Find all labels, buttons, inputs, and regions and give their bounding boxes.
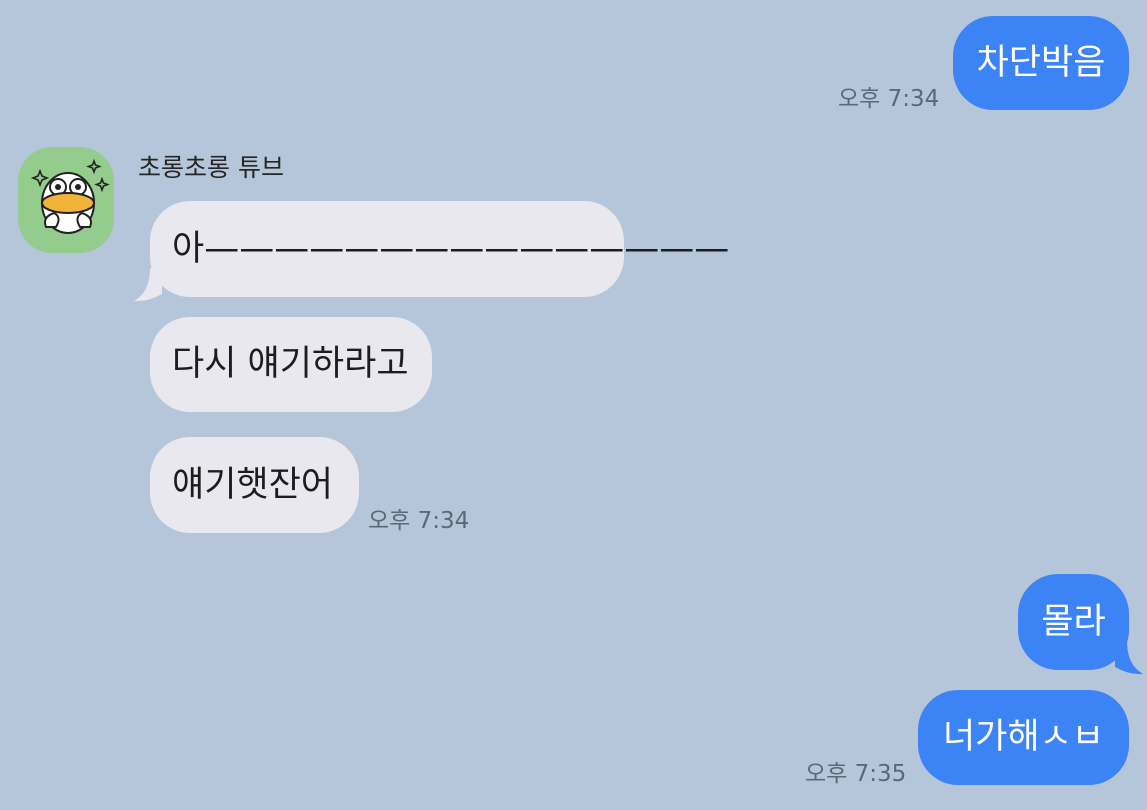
message-text: 차단박음 [976,42,1106,83]
message-timestamp: 오후 7:34 [838,86,940,112]
outgoing-message-bubble[interactable]: 차단박음 [953,16,1129,110]
incoming-message-bubble[interactable]: 다시 얘기하라고 [150,317,432,412]
contact-avatar[interactable] [18,147,114,253]
incoming-message-bubble[interactable]: 얘기햇잔어 [150,437,359,533]
sender-name: 초롱초롱 튜브 [138,153,284,182]
message-text: 다시 얘기하라고 [172,344,409,384]
message-text: 아——————————————— [172,228,730,269]
outgoing-message-bubble[interactable]: 몰라 [1018,574,1129,670]
message-timestamp: 오후 7:34 [368,508,470,534]
message-text: 몰라 [1041,601,1106,642]
tube-duck-sticker-avatar [30,158,110,234]
message-text: 너가해ㅅㅂ [942,717,1104,757]
outgoing-message-bubble[interactable]: 너가해ㅅㅂ [918,690,1129,785]
message-text: 얘기햇잔어 [172,464,334,505]
message-timestamp: 오후 7:35 [805,761,907,787]
incoming-message-bubble[interactable]: 아——————————————— [150,201,729,297]
